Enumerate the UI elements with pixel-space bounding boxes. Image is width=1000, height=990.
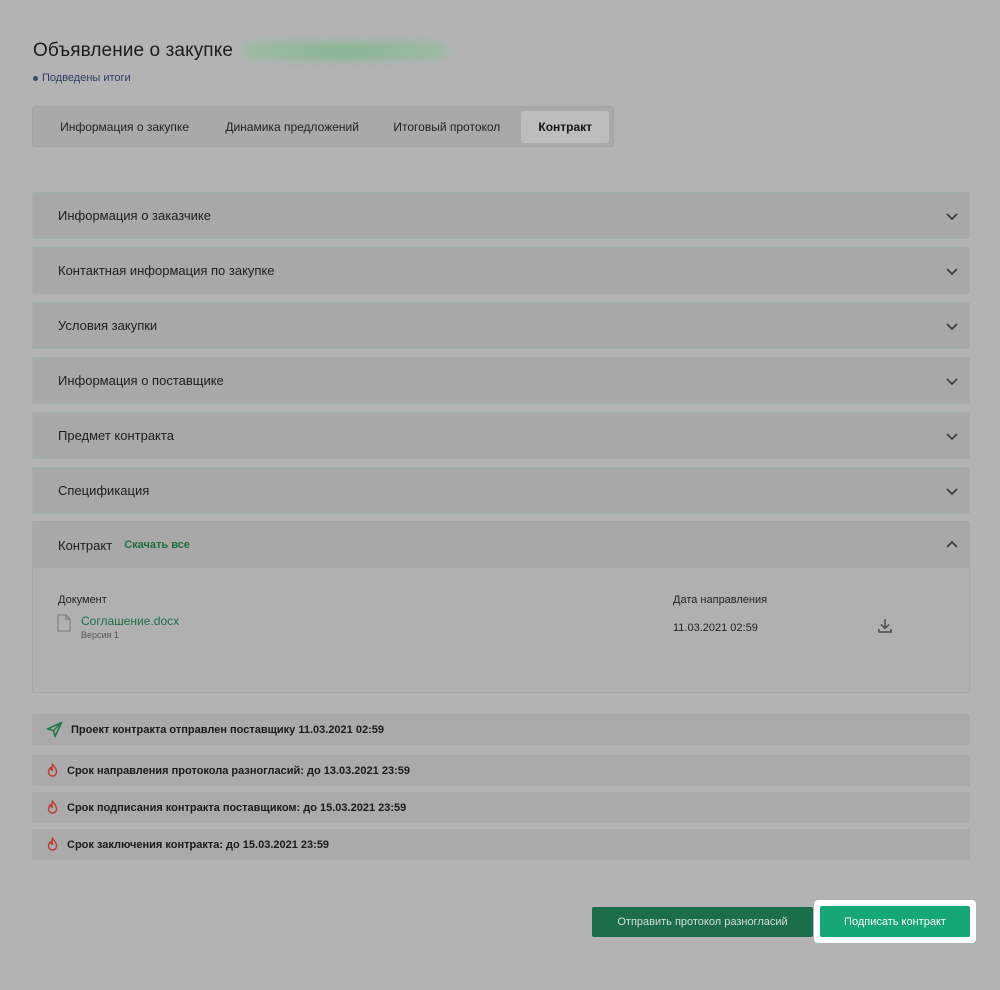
fire-icon [47,800,58,814]
contract-panel: Контракт Скачать все Документ Дата напра… [32,521,970,693]
accordion-supplier-info[interactable]: Информация о поставщике [32,357,970,404]
send-date-value: 11.03.2021 02:59 [673,622,758,634]
tab-purchase-info[interactable]: Информация о закупке [37,111,212,143]
document-item: Соглашение.docx Версия 1 [57,614,179,640]
accordion-title: Контракт [58,537,113,553]
chevron-down-icon [945,209,959,223]
sign-contract-button[interactable]: Подписать контракт [820,906,970,937]
accordion-customer-info[interactable]: Информация о заказчике [32,192,970,239]
download-icon[interactable] [876,617,894,635]
accordion-specification[interactable]: Спецификация [32,467,970,514]
document-version: Версия 1 [81,630,119,640]
info-text: Срок заключения контракта: до 15.03.2021… [67,838,330,851]
accordion-title: Информация о поставщике [58,373,224,388]
send-disagreement-protocol-button[interactable]: Отправить протокол разногласий [592,907,813,937]
chevron-down-icon [945,374,959,388]
date-column-label: Дата направления [673,594,768,606]
tab-bar: Информация о закупке Динамика предложени… [32,106,614,147]
chevron-down-icon [945,429,959,443]
chevron-down-icon [945,264,959,278]
document-icon [57,614,71,632]
redacted-id [243,42,448,60]
info-row-protocol-deadline: Срок направления протокола разногласий: … [32,755,970,786]
accordion-title: Предмет контракта [58,428,174,443]
page: Объявление о закупке Подведены итоги Инф… [0,0,1000,990]
title-row: Объявление о закупке [33,40,448,62]
chevron-down-icon [945,484,959,498]
chevron-down-icon [945,319,959,333]
accordion-purchase-terms[interactable]: Условия закупки [32,302,970,349]
sign-contract-highlight: Подписать контракт [814,900,976,943]
info-row-sent: Проект контракта отправлен поставщику 11… [32,714,970,745]
document-column-label: Документ [58,594,107,606]
accordion-title: Спецификация [58,483,150,498]
accordion-contact-info[interactable]: Контактная информация по закупке [32,247,970,294]
status-dot-icon [33,75,38,81]
info-text: Проект контракта отправлен поставщику 11… [71,723,384,736]
accordion-contract[interactable]: Контракт Скачать все [33,522,969,568]
info-text: Срок направления протокола разногласий: … [67,764,410,777]
accordion-contract-subject[interactable]: Предмет контракта [32,412,970,459]
tab-offers-dynamics[interactable]: Динамика предложений [212,111,372,143]
send-icon [46,721,63,738]
status-text: Подведены итоги [42,72,131,84]
document-link[interactable]: Соглашение.docx [81,614,179,628]
fire-icon [47,763,58,777]
info-text: Срок подписания контракта поставщиком: д… [67,801,407,814]
accordion-title: Контактная информация по закупке [58,263,275,278]
info-row-conclusion-deadline: Срок заключения контракта: до 15.03.2021… [32,829,970,860]
chevron-up-icon [945,538,959,552]
page-title: Объявление о закупке [33,40,233,61]
tab-final-protocol[interactable]: Итоговый протокол [372,111,521,143]
fire-icon [47,837,58,851]
status-badge: Подведены итоги [33,72,131,84]
document-meta: Соглашение.docx Версия 1 [81,614,179,640]
tab-contract[interactable]: Контракт [521,111,609,143]
accordion-title: Условия закупки [58,318,158,333]
download-all-link[interactable]: Скачать все [124,539,190,551]
accordion-title: Информация о заказчике [58,208,211,223]
info-row-supplier-sign-deadline: Срок подписания контракта поставщиком: д… [32,792,970,823]
